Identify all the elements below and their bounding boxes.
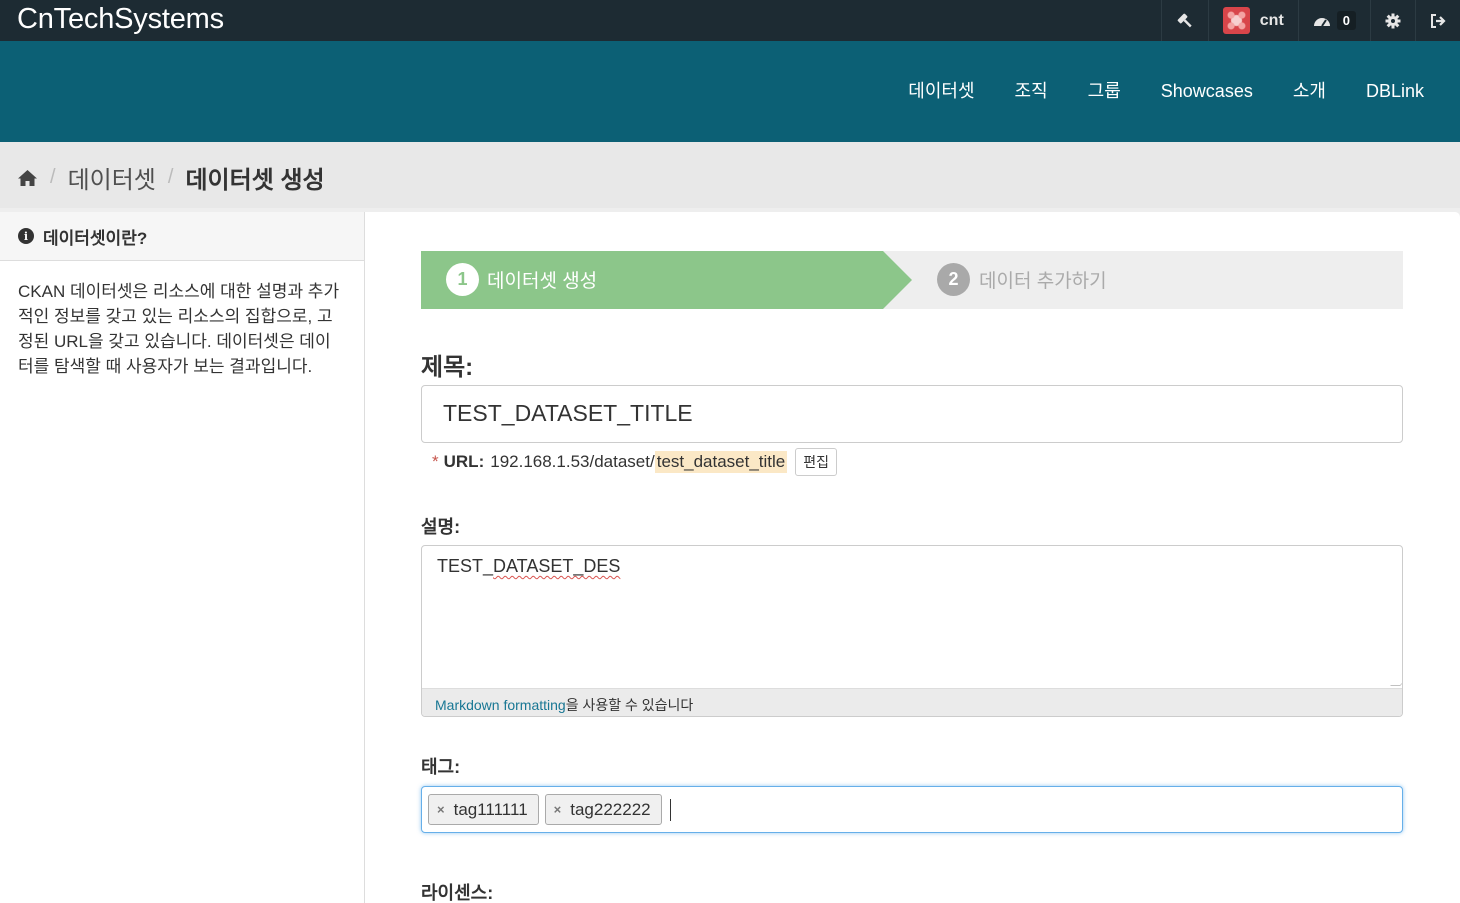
nav-showcases[interactable]: Showcases (1161, 79, 1253, 103)
main-nav: 데이터셋 조직 그룹 Showcases 소개 DBLink (868, 79, 1424, 103)
logout-link[interactable] (1415, 0, 1460, 41)
dashboard-link[interactable]: 0 (1297, 0, 1370, 41)
url-slug: test_dataset_title (654, 451, 788, 473)
gavel-icon (1177, 13, 1192, 27)
breadcrumb-current: 데이터셋 생성 (185, 167, 325, 194)
url-prefix: 192.168.1.53/dataset/ (490, 452, 655, 471)
breadcrumb-datasets[interactable]: 데이터셋 (68, 160, 156, 195)
nav-about[interactable]: 소개 (1293, 79, 1326, 103)
nav-organizations[interactable]: 조직 (1015, 79, 1048, 103)
home-icon[interactable] (17, 169, 38, 187)
url-label: URL: (443, 452, 485, 471)
main-wrapper: i 데이터셋이란? CKAN 데이터셋은 리소스에 대한 설명과 추가적인 정보… (0, 212, 1460, 903)
title-label: 제목: (421, 354, 474, 381)
markdown-hint-text: 을 사용할 수 있습니다 (565, 697, 694, 713)
tag-chip: × tag222222 (544, 794, 662, 825)
description-label: 설명: (421, 517, 461, 537)
tags-label: 태그: (421, 757, 461, 777)
tag-label: tag222222 (570, 799, 651, 819)
stage-label: 데이터 추가하기 (979, 271, 1107, 292)
description-text-part: TEST_ (437, 556, 494, 576)
stage-label: 데이터셋 생성 (487, 271, 598, 292)
dashboard-icon (1313, 17, 1330, 27)
account-bar: CnTechSystems cnt 0 (0, 0, 1460, 41)
logout-icon (1431, 13, 1446, 28)
remove-tag-icon[interactable]: × (554, 802, 562, 817)
description-text[interactable]: TEST_DATASET_DES (422, 546, 1402, 688)
tags-input[interactable]: × tag111111 × tag222222 (421, 786, 1403, 833)
url-row: * URL: 192.168.1.53/dataset/ test_datase… (432, 448, 838, 476)
avatar (1222, 7, 1250, 34)
markdown-hint: Markdown formatting을 사용할 수 있습니다 (422, 688, 1402, 716)
info-icon: i (18, 228, 34, 244)
sysadmin-link[interactable] (1160, 0, 1208, 41)
gear-icon (1385, 13, 1401, 28)
description-textarea[interactable]: TEST_DATASET_DES Markdown formatting을 사용… (421, 545, 1403, 717)
breadcrumb-bar: / 데이터셋 / 데이터셋 생성 (0, 142, 1460, 208)
stage-indicator: 1 데이터셋 생성 2 데이터 추가하기 (421, 251, 1403, 309)
sidebar-description: CKAN 데이터셋은 리소스에 대한 설명과 추가적인 정보를 갖고 있는 리소… (18, 282, 340, 376)
nav-dblink[interactable]: DBLink (1366, 79, 1424, 103)
breadcrumb-separator: / (167, 166, 174, 188)
sidebar-title: 데이터셋이란? (43, 228, 148, 248)
breadcrumb: / 데이터셋 / 데이터셋 생성 (17, 160, 325, 195)
dashboard-badge: 0 (1336, 11, 1356, 30)
spellcheck-word: DATASET_DES (493, 556, 621, 576)
nav-datasets[interactable]: 데이터셋 (908, 79, 974, 103)
username: cnt (1259, 11, 1284, 29)
url-edit-button[interactable]: 편집 (795, 448, 838, 476)
stage-number: 1 (446, 263, 479, 296)
stage-arrow (883, 251, 912, 309)
sidebar: i 데이터셋이란? CKAN 데이터셋은 리소스에 대한 설명과 추가적인 정보… (0, 212, 365, 903)
text-cursor (669, 798, 671, 821)
resize-handle[interactable] (1390, 676, 1402, 686)
markdown-link[interactable]: Markdown formatting (435, 697, 566, 713)
tag-chip: × tag111111 (428, 794, 539, 825)
user-profile-link[interactable]: cnt (1207, 0, 1298, 41)
settings-link[interactable] (1370, 0, 1415, 41)
required-marker: * (432, 452, 439, 471)
site-logo[interactable]: CnTechSystems (17, 3, 224, 36)
title-input[interactable]: TEST_DATASET_TITLE (421, 385, 1403, 443)
nav-groups[interactable]: 그룹 (1088, 79, 1121, 103)
sidebar-heading: i 데이터셋이란? (0, 212, 364, 261)
stage-number: 2 (937, 263, 970, 296)
license-label: 라이센스: (421, 883, 494, 903)
account-menu: cnt 0 (1160, 0, 1460, 41)
remove-tag-icon[interactable]: × (437, 802, 445, 817)
stage-create-dataset: 1 데이터셋 생성 (421, 251, 883, 309)
breadcrumb-separator: / (50, 166, 56, 188)
tag-label: tag111111 (453, 799, 528, 819)
masthead: 데이터셋 조직 그룹 Showcases 소개 DBLink (0, 41, 1460, 142)
